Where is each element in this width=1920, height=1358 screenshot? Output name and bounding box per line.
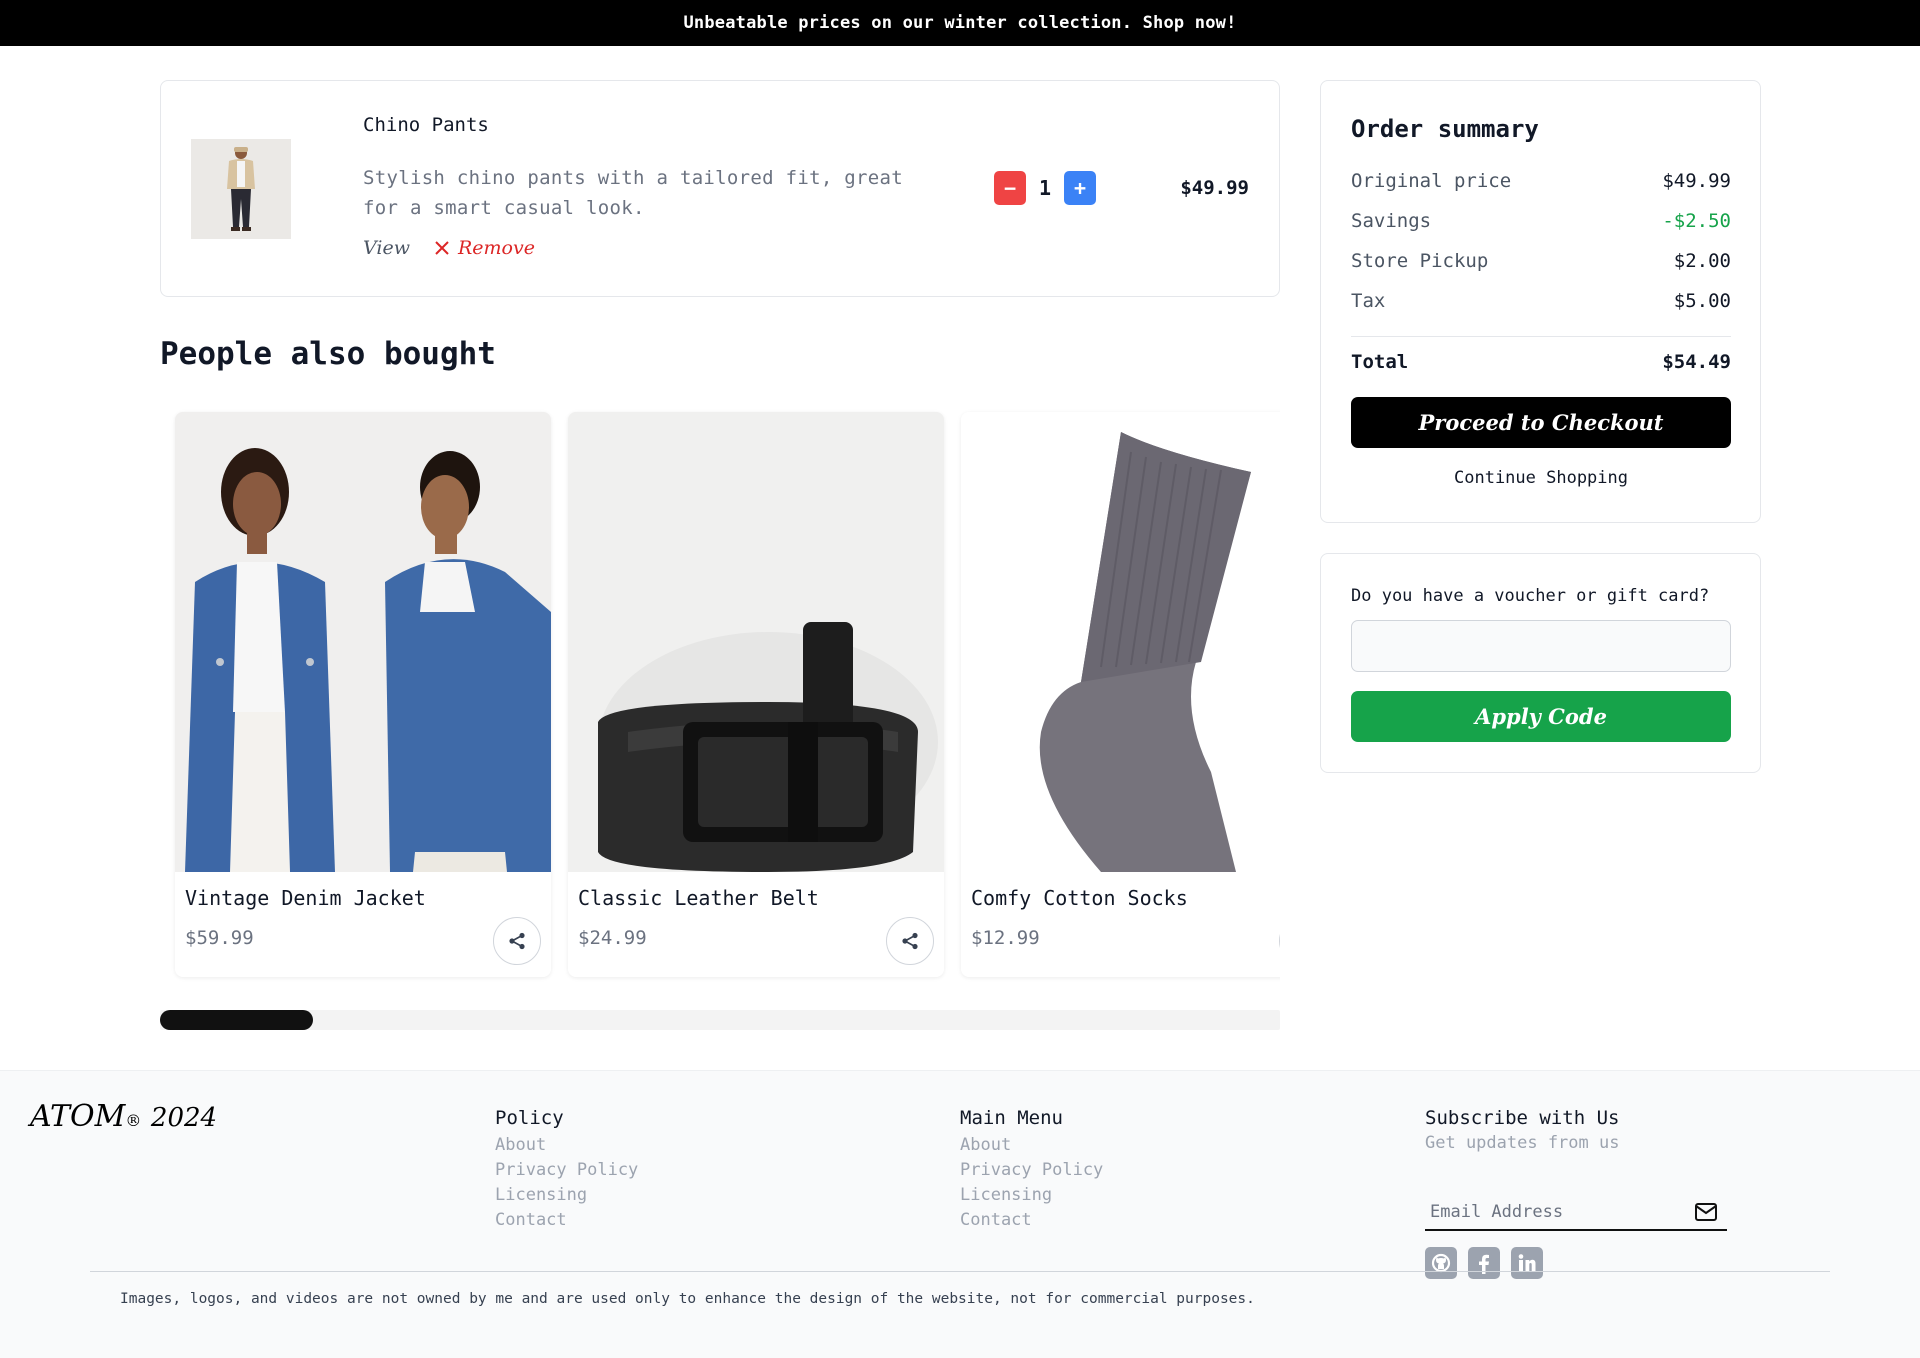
footer-link-licensing[interactable]: Licensing xyxy=(960,1183,1103,1208)
product-name: Vintage Denim Jacket xyxy=(185,886,426,910)
total-label: Total xyxy=(1351,351,1409,373)
order-summary-title: Order summary xyxy=(1351,115,1539,143)
summary-value: -$2.50 xyxy=(1662,210,1731,232)
product-card[interactable]: Vintage Denim Jacket $59.99 xyxy=(175,412,551,977)
voucher-panel: Do you have a voucher or gift card? Appl… xyxy=(1320,553,1761,773)
voucher-input[interactable] xyxy=(1351,620,1731,672)
footer-subscribe-title: Subscribe with Us xyxy=(1425,1107,1620,1129)
quantity-stepper: − 1 + xyxy=(994,171,1096,205)
footer-link-contact[interactable]: Contact xyxy=(960,1208,1103,1233)
proceed-to-checkout-button[interactable]: Proceed to Checkout xyxy=(1351,397,1731,448)
footer-link-contact[interactable]: Contact xyxy=(495,1208,638,1233)
apply-code-button[interactable]: Apply Code xyxy=(1351,691,1731,742)
facebook-icon[interactable] xyxy=(1468,1247,1500,1279)
remove-link[interactable]: Remove xyxy=(434,237,535,259)
product-price: $59.99 xyxy=(185,927,254,949)
email-input[interactable] xyxy=(1425,1195,1685,1229)
close-icon xyxy=(435,241,449,255)
summary-row-original-price: Original price $49.99 xyxy=(1351,170,1731,192)
footer-policy-title: Policy xyxy=(495,1107,564,1129)
order-summary-panel: Order summary Original price $49.99 Savi… xyxy=(1320,80,1761,523)
footer-divider xyxy=(90,1271,1830,1272)
share-icon xyxy=(902,932,918,950)
summary-label: Savings xyxy=(1351,210,1432,232)
summary-label: Store Pickup xyxy=(1351,250,1489,272)
logo-text: ATOM xyxy=(30,1099,126,1134)
summary-label: Tax xyxy=(1351,290,1386,312)
footer-logo[interactable]: ATOM® 2024 xyxy=(30,1099,217,1134)
view-link[interactable]: View xyxy=(363,237,410,259)
footer-year: 2024 xyxy=(150,1103,218,1133)
footer-link-privacy-policy[interactable]: Privacy Policy xyxy=(960,1158,1103,1183)
footer-main-menu-column: Main Menu About Privacy Policy Licensing… xyxy=(960,1107,1103,1233)
product-image-leather-belt xyxy=(568,412,944,872)
summary-row-store-pickup: Store Pickup $2.00 xyxy=(1351,250,1731,272)
product-price: $12.99 xyxy=(971,927,1040,949)
product-thumbnail[interactable] xyxy=(191,139,291,239)
product-card[interactable]: Comfy Cotton Socks $12.99 xyxy=(961,412,1280,977)
increase-quantity-button[interactable]: + xyxy=(1064,171,1096,205)
promo-banner-text: Unbeatable prices on our winter collecti… xyxy=(683,13,1237,33)
mail-icon[interactable] xyxy=(1695,1203,1717,1221)
cart-item-description: Stylish chino pants with a tailored fit,… xyxy=(363,167,903,219)
decrease-quantity-button[interactable]: − xyxy=(994,171,1026,205)
subscribe-email-field xyxy=(1425,1195,1727,1231)
github-icon[interactable] xyxy=(1425,1247,1457,1279)
carousel-scrollbar[interactable] xyxy=(160,1010,1280,1030)
footer-subscribe-subtitle: Get updates from us xyxy=(1425,1133,1620,1153)
quantity-value: 1 xyxy=(1038,176,1052,200)
registered-mark: ® xyxy=(125,1111,142,1130)
footer-disclaimer: Images, logos, and videos are not owned … xyxy=(120,1291,1255,1307)
product-name: Comfy Cotton Socks xyxy=(971,886,1188,910)
product-image-denim-jacket xyxy=(175,412,551,872)
summary-label: Original price xyxy=(1351,170,1512,192)
recommendations-title: People also bought xyxy=(160,336,496,372)
summary-value: $49.99 xyxy=(1662,170,1731,192)
summary-value: $5.00 xyxy=(1673,290,1731,312)
voucher-label: Do you have a voucher or gift card? xyxy=(1351,586,1710,606)
social-links xyxy=(1425,1247,1543,1279)
product-carousel: Vintage Denim Jacket $59.99 Classic Leat… xyxy=(160,400,1280,990)
summary-value: $2.00 xyxy=(1673,250,1731,272)
footer-link-about[interactable]: About xyxy=(495,1133,638,1158)
footer-link-licensing[interactable]: Licensing xyxy=(495,1183,638,1208)
linkedin-icon[interactable] xyxy=(1511,1247,1543,1279)
summary-row-tax: Tax $5.00 xyxy=(1351,290,1731,312)
footer-main-menu-title: Main Menu xyxy=(960,1107,1063,1129)
share-button[interactable] xyxy=(493,917,541,965)
cart-item-actions: View Remove xyxy=(363,237,535,259)
product-price: $24.99 xyxy=(578,927,647,949)
product-card[interactable]: Classic Leather Belt $24.99 xyxy=(568,412,944,977)
share-button[interactable] xyxy=(886,917,934,965)
share-button[interactable] xyxy=(1279,917,1280,965)
product-name: Classic Leather Belt xyxy=(578,886,819,910)
summary-row-savings: Savings -$2.50 xyxy=(1351,210,1731,232)
footer-link-privacy-policy[interactable]: Privacy Policy xyxy=(495,1158,638,1183)
cart-item-card: Chino Pants Stylish chino pants with a t… xyxy=(160,80,1280,297)
share-icon xyxy=(509,932,525,950)
promo-banner: Unbeatable prices on our winter collecti… xyxy=(0,0,1920,46)
cart-item-price: $49.99 xyxy=(1180,177,1249,199)
site-footer: ATOM® 2024 Policy About Privacy Policy L… xyxy=(0,1070,1920,1358)
total-value: $54.49 xyxy=(1662,351,1731,373)
summary-divider xyxy=(1351,336,1731,337)
cart-item-name: Chino Pants xyxy=(363,114,489,136)
summary-row-total: Total $54.49 xyxy=(1351,351,1731,373)
remove-link-label: Remove xyxy=(457,237,535,259)
carousel-scroll-thumb[interactable] xyxy=(160,1010,313,1030)
product-image-cotton-socks xyxy=(961,412,1280,872)
footer-link-about[interactable]: About xyxy=(960,1133,1103,1158)
footer-subscribe-column: Subscribe with Us Get updates from us xyxy=(1425,1107,1735,1287)
continue-shopping-link[interactable]: Continue Shopping xyxy=(1351,468,1731,488)
footer-policy-column: Policy About Privacy Policy Licensing Co… xyxy=(495,1107,638,1233)
